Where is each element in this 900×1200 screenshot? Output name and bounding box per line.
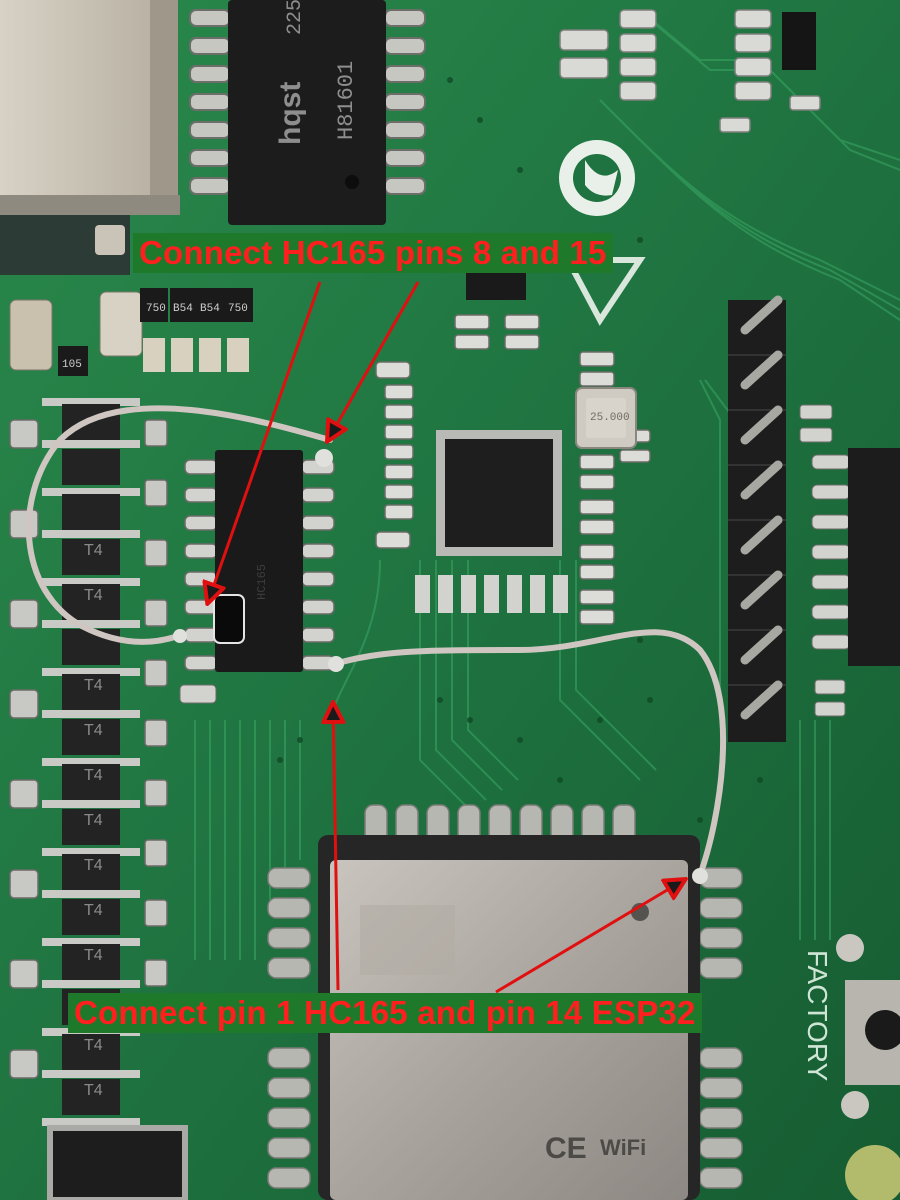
- diode-mark-10: T4: [84, 1037, 103, 1054]
- qfn-chip: [436, 430, 562, 556]
- smd-code-1: 750: [146, 303, 166, 315]
- smd-code-5: 105: [62, 359, 82, 371]
- annotation-label-top: Connect HC165 pins 8 and 15: [133, 233, 613, 273]
- svg-text:CE: CE: [545, 1132, 587, 1165]
- header-pins-small: [466, 272, 526, 300]
- photo-frame: hqst H81601 225 750 B54 B54 750 105 T4 T…: [0, 0, 900, 1200]
- annotation-label-bottom: Connect pin 1 HC165 and pin 14 ESP32: [68, 993, 702, 1033]
- wifi-mark: WiFi: [600, 1135, 646, 1160]
- sot-component: [782, 12, 816, 70]
- diode-mark-4: T4: [84, 722, 103, 739]
- silkscreen-logo: [559, 140, 635, 216]
- diode-mark-3: T4: [84, 677, 103, 694]
- smd-code-2: B54: [173, 303, 193, 315]
- solder-joint-left: [173, 629, 187, 643]
- svg-text:HC165: HC165: [255, 564, 269, 600]
- diode-mark-2: T4: [84, 587, 103, 604]
- pin-header: [728, 295, 786, 742]
- diode-mark-1: T4: [84, 542, 103, 559]
- transformer-part-text: H81601: [334, 61, 359, 140]
- diode-mark-5: T4: [84, 767, 103, 784]
- large-diode: [47, 1125, 188, 1200]
- crystal-text: 25.000: [590, 412, 630, 424]
- factory-label: FACTORY: [802, 950, 833, 1082]
- smd-code-3: B54: [200, 303, 220, 315]
- diode-mark-7: T4: [84, 857, 103, 874]
- solder-joint-top: [315, 449, 333, 467]
- smd-code-4: 750: [228, 303, 248, 315]
- solder-joint-esp32: [692, 868, 708, 884]
- diode-mark-11: T4: [84, 1082, 103, 1099]
- transformer-code-text: 225: [284, 0, 307, 35]
- diode-mark-9: T4: [84, 947, 103, 964]
- smd-under-chip: [179, 684, 217, 704]
- transformer-brand-text: hqst: [274, 82, 307, 145]
- diode-mark-8: T4: [84, 902, 103, 919]
- diode-mark-6: T4: [84, 812, 103, 829]
- crystal-oscillator: 25.000: [575, 387, 637, 449]
- solder-joint-pin1: [328, 656, 344, 672]
